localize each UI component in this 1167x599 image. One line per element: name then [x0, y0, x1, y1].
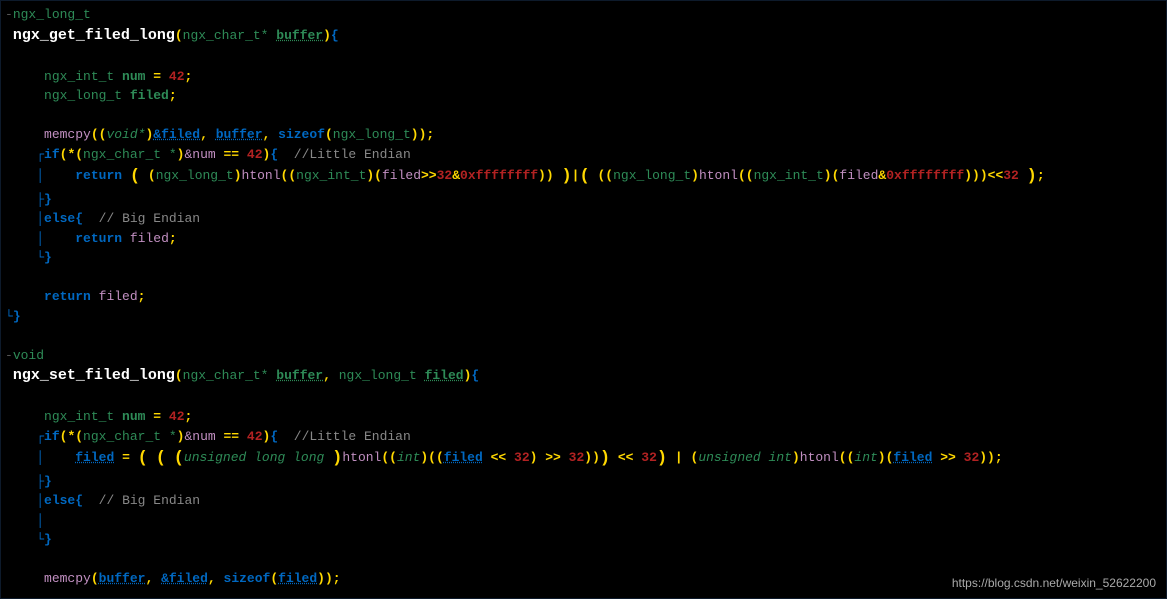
watermark-text: https://blog.csdn.net/weixin_52622200 — [952, 574, 1156, 592]
code-line: ngx_set_filed_long(ngx_char_t* buffer, n… — [5, 365, 1166, 388]
code-line: ┌if(*(ngx_char_t *)&num == 42){ //Little… — [5, 145, 1166, 165]
code-line: return filed; — [5, 287, 1166, 307]
blank-line — [5, 268, 1166, 288]
blank-line — [5, 47, 1166, 67]
code-line: └} — [5, 307, 1166, 327]
code-line: ngx_get_filed_long(ngx_char_t* buffer){ — [5, 25, 1166, 48]
collapse-icon[interactable]: - — [5, 7, 13, 22]
code-line: └} — [5, 248, 1166, 268]
code-editor[interactable]: -ngx_long_t ngx_get_filed_long(ngx_char_… — [0, 0, 1167, 599]
code-line: ngx_int_t num = 42; — [5, 407, 1166, 427]
code-line: -void — [5, 346, 1166, 366]
code-line: ├} — [5, 472, 1166, 492]
code-line: -ngx_long_t — [5, 5, 1166, 25]
code-line: ngx_long_t filed; — [5, 86, 1166, 106]
blank-line — [5, 388, 1166, 408]
code-line: │else{ // Big Endian — [5, 209, 1166, 229]
code-line: │else{ // Big Endian — [5, 491, 1166, 511]
blank-line — [5, 106, 1166, 126]
code-line: └} — [5, 530, 1166, 550]
code-line: memcpy((void*)&filed, buffer, sizeof(ngx… — [5, 125, 1166, 145]
code-line: │ return filed; — [5, 229, 1166, 249]
blank-line — [5, 326, 1166, 346]
code-line: ┌if(*(ngx_char_t *)&num == 42){ //Little… — [5, 427, 1166, 447]
blank-line — [5, 550, 1166, 570]
code-line: │ filed = ( ( (unsigned long long )htonl… — [5, 446, 1166, 472]
code-line: ├} — [5, 190, 1166, 210]
blank-line: │ — [5, 511, 1166, 531]
code-line: │ return ( (ngx_long_t)htonl((ngx_int_t)… — [5, 164, 1166, 190]
code-line: ngx_int_t num = 42; — [5, 67, 1166, 87]
collapse-icon[interactable]: - — [5, 348, 13, 363]
